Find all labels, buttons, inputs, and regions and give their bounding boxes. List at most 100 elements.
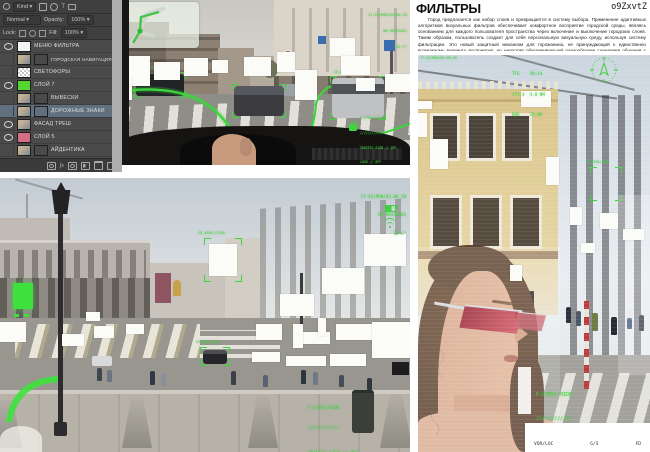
blanked-sign-box <box>336 324 372 340</box>
presentation-board: Kind ▾ T Normal ▾ Opacity: 100% ▾ Lock: … <box>0 0 650 452</box>
hud-filter-header: F:LTER//HIDE <box>308 406 358 413</box>
layer-thumbnail <box>17 132 31 143</box>
layer-name: ГОРОДСКАЯ НАВИГАЦИЯ <box>51 57 112 62</box>
church-tower <box>155 273 171 303</box>
lock-shackle-icon <box>351 121 357 126</box>
layer-thumbnail <box>17 41 31 52</box>
blanked-sign-box <box>94 326 114 338</box>
battery-icon <box>385 205 396 212</box>
pedestrian <box>313 372 318 385</box>
kind-label: Kind <box>17 4 28 10</box>
pedestrian <box>231 371 236 385</box>
eye-icon <box>4 43 13 50</box>
hud-temperature: 36 C° <box>318 231 406 237</box>
bus-far <box>92 356 112 366</box>
visibility-toggle[interactable] <box>3 119 14 129</box>
green-tag <box>24 314 29 317</box>
car-detection-bracket <box>232 84 286 118</box>
layer-row-sloy-7[interactable]: СЛОЙ 7 <box>0 79 112 92</box>
visibility-toggle[interactable] <box>3 145 14 155</box>
layer-list: МЕНЮ ФИЛЬТРА ГОРОДСКАЯ НАВИГАЦИЯ СВЕТОФО… <box>0 40 112 170</box>
hud-status-block: 17:43/MON/03.08.20 NO MESSAGES 36 C° <box>318 181 406 250</box>
fill-label: Fill: <box>49 30 58 36</box>
green-tag <box>14 314 19 317</box>
visibility-toggle[interactable] <box>3 54 14 64</box>
description-paragraph: Город предлагается как набор слоев и пре… <box>418 17 646 51</box>
filter-type-layers-icon[interactable]: T <box>61 4 65 10</box>
layer-thumbnail <box>17 106 31 117</box>
battery-tip-icon <box>396 206 398 209</box>
hud-temperature: 36 C° <box>337 45 407 50</box>
visibility-toggle[interactable] <box>3 80 14 90</box>
layer-row-aydentika[interactable]: АЙДЕНТИКА <box>0 144 112 157</box>
hud-filter-divider: //////////// <box>360 131 396 136</box>
layer-row-svetofory[interactable]: СВЕТОФОРЫ <box>0 66 112 79</box>
blanked-sign-box <box>385 74 410 92</box>
blanked-sign-box <box>322 268 364 294</box>
car-detection-bracket <box>200 347 230 366</box>
pedestrian <box>107 370 112 382</box>
visibility-toggle[interactable] <box>3 132 14 142</box>
layer-name: СЛОЙ 5 <box>34 134 55 140</box>
visibility-toggle[interactable] <box>3 93 14 103</box>
link-layers-icon[interactable] <box>47 162 56 170</box>
layer-mask-thumbnail <box>34 93 48 104</box>
filter-adjustment-layers-icon[interactable] <box>50 3 58 11</box>
green-route-swoosh <box>2 368 60 424</box>
layer-thumbnail <box>17 93 31 104</box>
kind-dropdown[interactable]: Kind ▾ <box>13 2 36 12</box>
blanked-sign-box <box>184 58 208 76</box>
add-mask-icon[interactable] <box>68 162 77 170</box>
eye-icon <box>4 121 13 128</box>
blanked-sign-box <box>252 352 280 362</box>
layers-filter-bar: Kind ▾ T <box>0 0 112 14</box>
layer-name: ВЫВЕСКИ <box>51 95 78 101</box>
minimap-route-icon <box>125 2 199 48</box>
blend-mode-value: Normal <box>7 17 25 23</box>
filter-pixel-layers-icon[interactable] <box>39 3 47 11</box>
hud-datetime: 17:43/MON/03.08.20 <box>337 13 407 18</box>
autopilot-status-box: VOR/LOC G/S FD <box>525 423 650 452</box>
layer-mask-thumbnail <box>34 106 48 117</box>
new-group-icon[interactable] <box>94 161 103 170</box>
windshield-pillar <box>122 0 129 165</box>
pedestrian <box>367 378 372 390</box>
blend-mode-dropdown[interactable]: Normal ▾ <box>3 15 41 25</box>
blanked-banner-box <box>318 318 326 336</box>
green-billboard-layer <box>13 283 33 309</box>
autopilot-fd: FD <box>635 442 641 447</box>
pedestrian <box>161 373 166 386</box>
layer-row-fasad-tresh[interactable]: ФАСАД ТРЕШ <box>0 118 112 131</box>
fill-dropdown[interactable]: 100% ▾ <box>61 28 87 38</box>
filter-shape-layers-icon[interactable] <box>68 4 76 10</box>
layer-row-menu-filtra[interactable]: МЕНЮ ФИЛЬТРА <box>0 40 112 53</box>
layer-row-dorozhnye-znaki-selected[interactable]: ДОРОЖНЫЕ ЗНАКИ <box>0 105 112 118</box>
visibility-toggle[interactable] <box>3 67 14 77</box>
lock-pixels-icon[interactable] <box>29 30 36 37</box>
hud-filter-line: TRAFFIC SIGN // OFF <box>360 146 396 151</box>
lock-transparency-icon[interactable] <box>19 30 26 37</box>
visibility-toggle[interactable] <box>3 106 14 116</box>
layer-row-vyveski[interactable]: ВЫВЕСКИ <box>0 92 112 105</box>
dark-shop-sign <box>392 362 409 375</box>
adjustment-layer-icon[interactable] <box>81 162 90 170</box>
lock-position-icon[interactable] <box>39 30 46 37</box>
layer-effects-icon[interactable]: fx <box>60 163 64 169</box>
hud-messages: NO MESSAGES <box>337 29 407 34</box>
layer-thumbnail <box>17 119 31 130</box>
hud-filter-block: F:LTER//HIDE //////////// TRAFFIC SIGN /… <box>360 106 396 165</box>
scanline-overlay <box>418 55 650 452</box>
layer-name: СЛОЙ 7 <box>34 82 55 88</box>
layer-mask-thumbnail <box>34 145 48 156</box>
hud-filter-line: LOGO // OFF <box>360 160 396 165</box>
opacity-dropdown[interactable]: 100% ▾ <box>67 15 93 25</box>
visibility-toggle[interactable] <box>3 41 14 51</box>
blanked-sign-box <box>212 60 228 73</box>
search-icon[interactable] <box>3 3 10 10</box>
layer-row-sloy-5[interactable]: СЛОЙ 5 <box>0 131 112 144</box>
blanked-sign-box <box>154 62 180 80</box>
wifi-dot-icon <box>389 226 391 228</box>
blanked-sign-box <box>295 70 317 100</box>
layer-row-gorodskaya-navigatsiya[interactable]: ГОРОДСКАЯ НАВИГАЦИЯ <box>0 53 112 66</box>
hud-filter-header: F:LTER//HIDE <box>360 116 396 121</box>
